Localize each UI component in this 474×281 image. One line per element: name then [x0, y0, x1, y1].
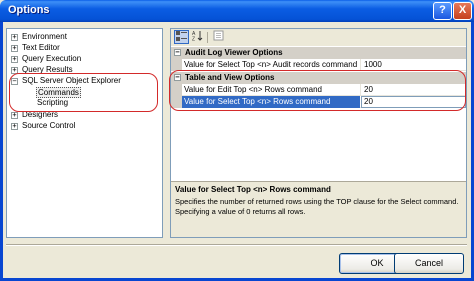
categorized-icon[interactable] [174, 30, 189, 44]
grid-empty-area [171, 141, 466, 181]
close-button[interactable]: X [453, 2, 472, 20]
expand-icon[interactable]: + [11, 112, 18, 119]
alphabetical-icon[interactable]: AZ [190, 30, 205, 44]
title-bar[interactable]: Options ? X [0, 0, 474, 22]
property-name: Value for Select Top <n> Audit records c… [184, 60, 358, 69]
description-text: Specifies the number of returned rows us… [175, 197, 459, 216]
property-value[interactable]: 1000 [364, 60, 382, 69]
divider [6, 244, 467, 246]
tree-item-label: Query Execution [22, 54, 82, 63]
expand-icon[interactable]: + [11, 123, 18, 130]
tree-item-label: Source Control [22, 121, 76, 130]
window-frame-left [0, 22, 3, 281]
property-grid-toolbar: AZ [171, 29, 466, 46]
tree-item-label: Environment [22, 32, 67, 41]
description-panel: Value for Select Top <n> Rows command Sp… [171, 181, 466, 237]
description-title: Value for Select Top <n> Rows command [175, 185, 331, 194]
cancel-button[interactable]: Cancel [394, 253, 464, 274]
expand-icon[interactable]: + [11, 45, 18, 52]
highlight-annotation [169, 70, 466, 111]
expand-icon[interactable]: + [11, 34, 18, 41]
collapse-icon[interactable]: − [174, 49, 181, 56]
svg-text:Z: Z [192, 37, 195, 42]
toolbar-divider [207, 32, 208, 43]
property-pages-icon[interactable] [211, 30, 226, 44]
highlight-annotation [9, 73, 158, 112]
help-button[interactable]: ? [433, 2, 452, 20]
window-title: Options [8, 4, 50, 16]
property-grid[interactable]: AZ − Audit Log Viewer Options Value for … [169, 28, 467, 238]
tree-item-label: Text Editor [22, 43, 60, 52]
category-audit-log-viewer-options[interactable]: − Audit Log Viewer Options [171, 47, 466, 59]
options-tree[interactable]: + Environment + Text Editor + Query Exec… [6, 28, 163, 238]
category-label: Audit Log Viewer Options [185, 48, 283, 57]
expand-icon[interactable]: + [11, 56, 18, 63]
